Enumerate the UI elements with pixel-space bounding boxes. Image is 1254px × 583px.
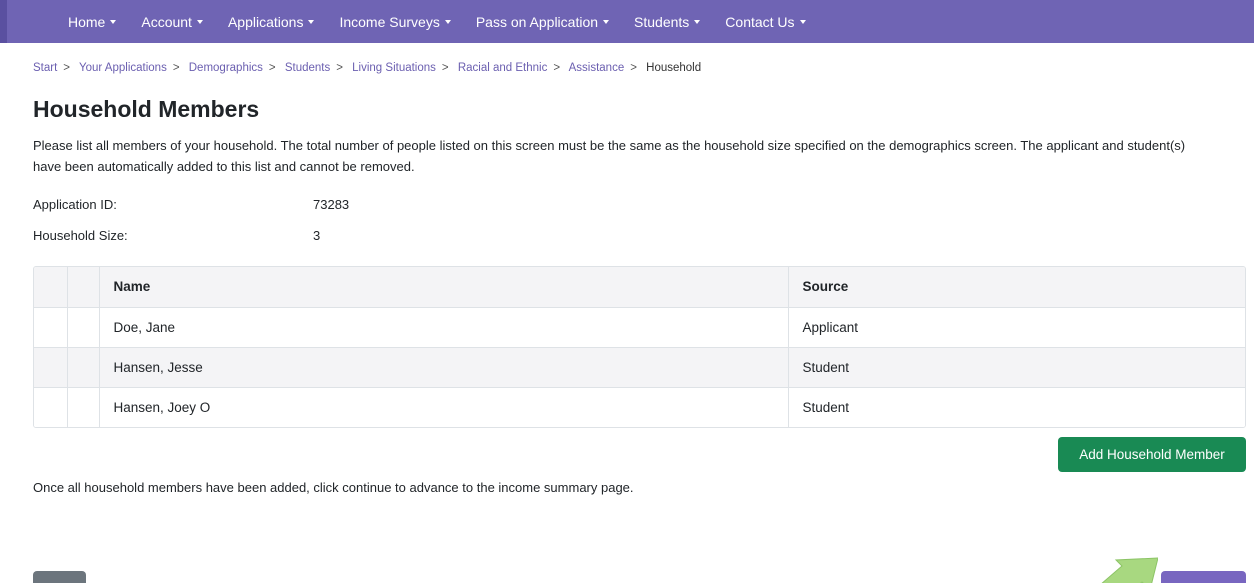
- breadcrumb-separator: >: [63, 62, 71, 74]
- member-source: Student: [788, 387, 1245, 427]
- nav-applications[interactable]: Applications: [222, 14, 334, 30]
- row-action-cell: [67, 347, 100, 388]
- breadcrumb-separator: >: [336, 62, 343, 74]
- header-empty-cell: [34, 267, 68, 308]
- application-id-label: Application ID:: [33, 197, 117, 212]
- back-button[interactable]: Back: [33, 571, 86, 583]
- breadcrumb-living-situations[interactable]: Living Situations: [352, 62, 436, 74]
- breadcrumb-racial-and-ethnic[interactable]: Racial and Ethnic: [458, 62, 548, 74]
- household-size-row: Household Size: 3: [33, 228, 320, 243]
- application-id-value: 73283: [313, 197, 350, 212]
- chevron-down-icon: [110, 20, 117, 24]
- member-source: Student: [788, 347, 1245, 388]
- nav-home[interactable]: Home: [62, 14, 135, 30]
- nav-income-surveys[interactable]: Income Surveys: [333, 14, 469, 30]
- continue-instructions: Once all household members have been add…: [33, 480, 634, 495]
- nav-account[interactable]: Account: [135, 14, 222, 30]
- breadcrumb-separator: >: [268, 62, 276, 74]
- row-action-cell: [34, 307, 68, 348]
- row-action-cell: [34, 347, 68, 388]
- chevron-down-icon: [603, 20, 610, 24]
- table-header-row: Name Source: [34, 267, 1245, 308]
- nav-account-label: Account: [141, 13, 192, 30]
- breadcrumb-separator: >: [553, 62, 561, 74]
- breadcrumb-your-applications[interactable]: Your Applications: [79, 62, 167, 74]
- table-row: Hansen, Jesse Student: [34, 347, 1245, 388]
- breadcrumb-separator: >: [172, 62, 180, 74]
- header-name: Name: [99, 267, 789, 308]
- page-title: Household Members: [33, 96, 260, 122]
- nav-students-label: Students: [634, 13, 690, 30]
- member-name: Hansen, Jesse: [99, 347, 789, 388]
- breadcrumb-students[interactable]: Students: [285, 62, 330, 74]
- breadcrumb-current: Household: [646, 62, 702, 74]
- breadcrumb: Start > Your Applications > Demographics > …: [33, 62, 701, 74]
- breadcrumb-separator: >: [630, 62, 637, 74]
- row-action-cell: [67, 387, 100, 427]
- top-navbar: Home Account Applications Income Surveys…: [0, 0, 1254, 43]
- breadcrumb-assistance[interactable]: Assistance: [569, 62, 625, 74]
- page-intro: Please list all members of your househol…: [33, 138, 1186, 174]
- header-empty-cell: [67, 267, 100, 308]
- household-members-table: Name Source Doe, Jane Applicant Hansen, …: [33, 266, 1246, 428]
- breadcrumb-demographics[interactable]: Demographics: [189, 62, 263, 74]
- table-row: Doe, Jane Applicant: [34, 307, 1245, 348]
- member-source: Applicant: [788, 307, 1245, 348]
- row-action-cell: [67, 307, 100, 348]
- chevron-down-icon: [444, 20, 451, 24]
- chevron-down-icon: [308, 20, 315, 24]
- breadcrumb-separator: >: [441, 62, 449, 74]
- row-action-cell: [34, 387, 68, 427]
- chevron-down-icon: [799, 20, 806, 24]
- application-id-row: Application ID: 73283: [33, 197, 349, 212]
- member-name: Doe, Jane: [99, 307, 789, 348]
- nav-students[interactable]: Students: [628, 14, 719, 30]
- add-household-member-button[interactable]: Add Household Member: [1058, 437, 1246, 472]
- nav-applications-label: Applications: [227, 13, 304, 30]
- pointer-arrow-icon: [1101, 557, 1158, 583]
- breadcrumb-start[interactable]: Start: [33, 62, 57, 74]
- household-size-label: Household Size:: [33, 228, 128, 243]
- continue-button[interactable]: Continue: [1161, 571, 1246, 583]
- nav-home-label: Home: [68, 13, 106, 30]
- chevron-down-icon: [694, 20, 701, 24]
- household-size-value: 3: [313, 228, 321, 243]
- header-source: Source: [788, 267, 1245, 308]
- table-row: Hansen, Joey O Student: [34, 387, 1245, 427]
- nav-contact-us[interactable]: Contact Us: [719, 14, 824, 30]
- member-name: Hansen, Joey O: [99, 387, 789, 427]
- nav-contact-us-label: Contact Us: [725, 13, 795, 30]
- nav-income-surveys-label: Income Surveys: [339, 13, 440, 30]
- chevron-down-icon: [196, 20, 203, 24]
- nav-pass-on-application[interactable]: Pass on Application: [470, 14, 628, 30]
- nav-pass-on-application-label: Pass on Application: [475, 13, 599, 30]
